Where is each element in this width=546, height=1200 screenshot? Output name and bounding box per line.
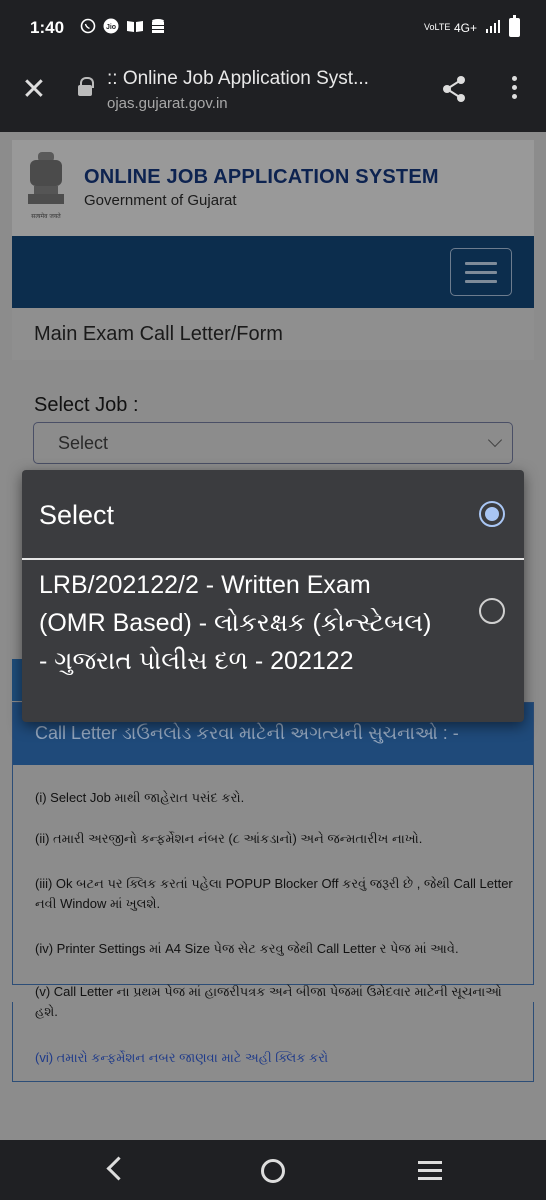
option-select[interactable]: Select xyxy=(22,470,524,558)
emblem-caption: सत्यमेव जयते xyxy=(31,212,61,220)
state-emblem-logo: सत्यमेव जयते xyxy=(24,148,68,224)
site-header: सत्यमेव जयते ONLINE JOB APPLICATION SYST… xyxy=(12,140,534,236)
instructions-heading: Call Letter ડાઉનલોડ કરવા માટેની અગત્યની … xyxy=(35,723,459,743)
system-indicators: VoLTE 4G+ xyxy=(423,15,520,37)
instruction-item: (iv) Printer Settings માં A4 Size પેજ સે… xyxy=(35,941,459,956)
instruction-item: (v) Call Letter ના પ્રથમ પેજ માં હાજરીપત… xyxy=(35,984,502,1019)
browser-toolbar: ✕ :: Online Job Application Syst... ojas… xyxy=(0,58,546,132)
select-job-dropdown[interactable]: Select xyxy=(33,422,513,464)
instruction-item: (i) Select Job માથી જાહેરાત પસંદ કરો. xyxy=(35,790,245,805)
whatsapp-icon xyxy=(80,18,96,37)
network-type: 4G+ xyxy=(453,20,477,35)
recent-apps-icon[interactable] xyxy=(418,1161,442,1181)
select-options-dialog: Select LRB/202122/2 - Written Exam (OMR … xyxy=(22,470,524,722)
jio-icon: Jio xyxy=(102,18,120,37)
signal-icon xyxy=(485,19,501,36)
battery-icon xyxy=(509,15,520,37)
instructions-panel: Call Letter ડાઉનલોડ કરવા માટેની અગત્યની … xyxy=(12,702,534,985)
instruction-item: (iii) Ok બટન પર ક્લિક કરતાં પહેલા POPUP … xyxy=(35,876,513,911)
option-label: Select xyxy=(39,500,115,530)
select-value: Select xyxy=(58,433,109,453)
back-icon[interactable] xyxy=(104,1156,128,1180)
confirmation-number-link[interactable]: (vi) તમારો કન્ફર્મેશન નબર જાણવા માટે અહી… xyxy=(35,1048,525,1068)
lock-icon[interactable] xyxy=(78,77,94,98)
section-title: Main Exam Call Letter/Form xyxy=(34,323,283,345)
option-label: LRB/202122/2 - Written Exam (OMR Based) … xyxy=(39,571,432,675)
status-bar: 1:40 Jio VoLTE 4G+ xyxy=(0,0,546,58)
overflow-menu-icon[interactable] xyxy=(502,72,526,106)
share-icon[interactable] xyxy=(437,72,471,106)
site-title: ONLINE JOB APPLICATION SYSTEM xyxy=(84,166,439,188)
url-text[interactable]: ojas.gujarat.gov.in xyxy=(107,95,228,112)
radio-unselected-icon[interactable] xyxy=(479,598,505,624)
option-lrb-written-exam[interactable]: LRB/202122/2 - Written Exam (OMR Based) … xyxy=(22,560,524,720)
database-icon xyxy=(150,18,168,37)
browser-page-title: :: Online Job Application Syst... xyxy=(107,68,369,89)
site-nav-bar xyxy=(12,236,534,308)
instruction-item: (ii) તમારી અરજીનો કન્ફર્મેશન નંબર (૮ આંક… xyxy=(35,831,423,846)
section-heading: Main Exam Call Letter/Form xyxy=(12,308,534,360)
home-icon[interactable] xyxy=(261,1159,285,1183)
notification-icons: Jio xyxy=(80,18,168,37)
book-icon xyxy=(126,18,144,37)
svg-text:Jio: Jio xyxy=(106,24,116,31)
volte-indicator: VoLTE xyxy=(423,22,451,32)
system-navigation-bar xyxy=(0,1140,546,1200)
hamburger-menu-button[interactable] xyxy=(450,248,512,296)
status-time: 1:40 xyxy=(30,18,65,37)
radio-selected-icon[interactable] xyxy=(479,501,505,527)
close-tab-button[interactable]: ✕ xyxy=(18,74,50,106)
instructions-panel-continued: (v) Call Letter ના પ્રથમ પેજ માં હાજરીપત… xyxy=(12,984,534,1082)
chevron-down-icon xyxy=(487,432,503,448)
select-job-label: Select Job : xyxy=(34,394,139,416)
site-subtitle: Government of Gujarat xyxy=(84,192,237,209)
